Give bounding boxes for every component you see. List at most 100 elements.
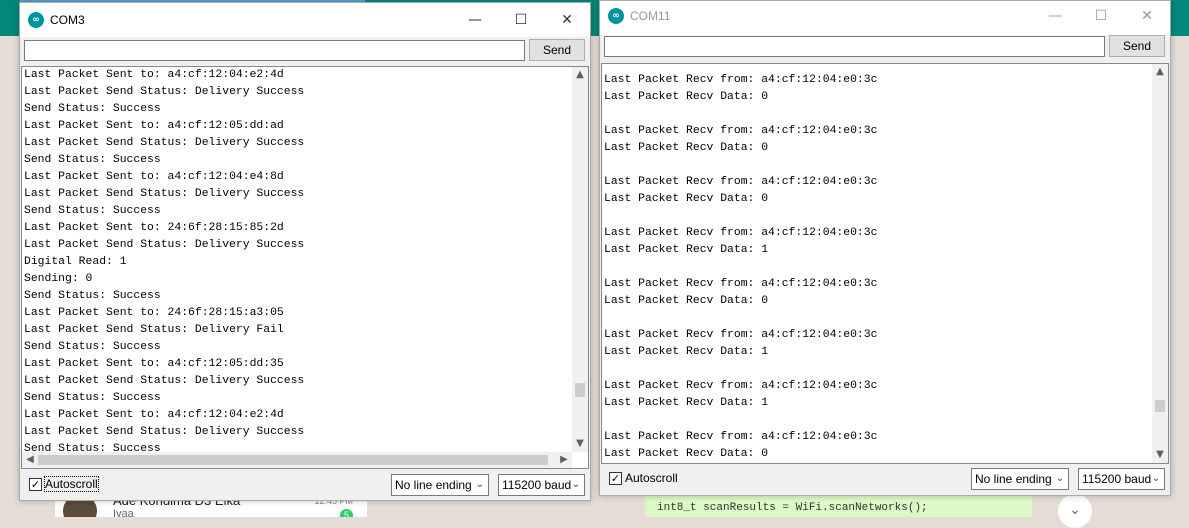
baud-rate-select[interactable]: 115200 baud ⌄ <box>1078 468 1165 490</box>
output-line: Last Packet Sent to: a4:cf:12:05:dd:35 <box>24 358 284 370</box>
output-line: Last Packet Sent to: a4:cf:12:05:dd:ad <box>24 120 284 132</box>
output-line: Last Packet Recv Data: 0 <box>604 448 769 460</box>
status-bar: ✓ Autoscroll No line ending ⌄ 115200 bau… <box>20 468 590 500</box>
autoscroll-checkbox[interactable]: ✓ <box>609 472 622 485</box>
output-line: Last Packet Recv from: a4:cf:12:04:e0:3c <box>604 278 878 290</box>
serial-output[interactable]: Last Packet Sent to: a4:cf:12:04:e2:4d La… <box>21 66 589 469</box>
output-line: Last Packet Recv from: a4:cf:12:04:e0:3c <box>604 380 878 392</box>
vertical-scrollbar[interactable]: ▲ ▼ <box>1152 64 1168 463</box>
serial-input[interactable] <box>604 36 1105 57</box>
title-bar[interactable]: ∞ COM11 — ☐ ✕ <box>600 1 1170 35</box>
output-line: Last Packet Sent to: 24:6f:28:15:85:2d <box>24 222 284 234</box>
output-line: Last Packet Recv from: a4:cf:12:04:e0:3c <box>604 227 878 239</box>
autoscroll-label[interactable]: Autoscroll <box>625 471 678 485</box>
line-ending-select[interactable]: No line ending ⌄ <box>971 468 1069 490</box>
chevron-down-icon: ⌄ <box>475 479 484 490</box>
chevron-down-icon: ⌄ <box>571 479 580 490</box>
send-button[interactable]: Send <box>1109 35 1165 57</box>
status-bar: ✓ Autoscroll No line ending ⌄ 115200 bau… <box>600 463 1170 495</box>
output-line: Send Status: Success <box>24 290 161 302</box>
autoscroll-checkbox[interactable]: ✓ <box>29 478 42 491</box>
scroll-up-icon[interactable]: ▲ <box>1152 64 1168 80</box>
output-line: Last Packet Send Status: Delivery Succes… <box>24 188 305 200</box>
code-snippet: int8_t scanResults = WiFi.scanNetworks()… <box>657 502 928 514</box>
output-line: Last Packet Sent to: 24:6f:28:15:a3:05 <box>24 307 284 319</box>
line-ending-value: No line ending <box>975 472 1052 486</box>
arduino-icon: ∞ <box>608 8 624 24</box>
output-line: Last Packet Sent to: a4:cf:12:04:e2:4d <box>24 69 284 81</box>
output-line: Last Packet Send Status: Delivery Succes… <box>24 137 305 149</box>
baud-rate-value: 115200 baud <box>1082 472 1152 486</box>
minimize-icon[interactable]: — <box>452 3 498 37</box>
scroll-right-icon[interactable]: ▶ <box>556 452 572 468</box>
maximize-icon[interactable]: ☐ <box>498 3 544 37</box>
output-line: Last Packet Recv Data: 1 <box>604 346 769 358</box>
output-line: Last Packet Send Status: Delivery Succes… <box>24 426 305 438</box>
baud-rate-select[interactable]: 115200 baud ⌄ <box>498 474 585 496</box>
line-ending-select[interactable]: No line ending ⌄ <box>391 474 489 496</box>
output-line: Last Packet Send Status: Delivery Fail <box>24 324 284 336</box>
serial-monitor-com11: ∞ COM11 — ☐ ✕ Send Last Packet Recv from… <box>599 0 1171 496</box>
maximize-icon[interactable]: ☐ <box>1078 1 1124 35</box>
output-line: Last Packet Send Status: Delivery Succes… <box>24 375 305 387</box>
output-line: Last Packet Recv Data: 0 <box>604 295 769 307</box>
output-line: Last Packet Recv from: a4:cf:12:04:e0:3c <box>604 329 878 341</box>
chat-preview: Iyaa <box>113 508 134 517</box>
scroll-up-icon[interactable]: ▲ <box>572 67 588 83</box>
output-line: Send Status: Success <box>24 392 161 404</box>
scroll-down-icon[interactable]: ▼ <box>572 436 588 452</box>
window-title: COM11 <box>630 9 671 23</box>
output-line: Send Status: Success <box>24 103 161 115</box>
serial-input[interactable] <box>24 40 525 61</box>
chevron-down-icon: ⌄ <box>1055 473 1064 484</box>
serial-monitor-com3: ∞ COM3 — ☐ ✕ Send Last Packet Sent to: a… <box>19 2 591 501</box>
baud-rate-value: 115200 baud <box>502 478 572 492</box>
output-line: Last Packet Recv Data: 0 <box>604 193 769 205</box>
output-line: Last Packet Recv from: a4:cf:12:04:e0:3c <box>604 176 878 188</box>
output-line: Sending: 0 <box>24 273 93 285</box>
scroll-thumb[interactable] <box>575 383 585 397</box>
chevron-down-icon: ⌄ <box>1151 473 1160 484</box>
horizontal-scrollbar[interactable]: ◀ ▶ <box>22 452 572 468</box>
serial-output[interactable]: Last Packet Recv from: a4:cf:12:04:e0:3c… <box>601 63 1169 464</box>
vertical-scrollbar[interactable]: ▲ ▼ <box>572 67 588 452</box>
output-line: Last Packet Recv Data: 0 <box>604 142 769 154</box>
close-icon[interactable]: ✕ <box>544 3 590 37</box>
window-title: COM3 <box>50 13 85 27</box>
output-line: Last Packet Recv from: a4:cf:12:04:e0:3c <box>604 125 878 137</box>
scroll-thumb[interactable] <box>1155 400 1165 412</box>
output-line: Last Packet Recv Data: 0 <box>604 91 769 103</box>
unread-badge: 5 <box>340 509 353 517</box>
scroll-left-icon[interactable]: ◀ <box>22 452 38 468</box>
scroll-thumb-horizontal[interactable] <box>38 455 548 465</box>
scroll-down-icon[interactable]: ▼ <box>1152 447 1168 463</box>
output-lines: Last Packet Sent to: a4:cf:12:04:e2:4d La… <box>24 67 571 455</box>
line-ending-value: No line ending <box>395 478 472 492</box>
output-line: Last Packet Recv Data: 1 <box>604 397 769 409</box>
autoscroll-label[interactable]: Autoscroll <box>44 476 99 492</box>
output-line: Send Status: Success <box>24 341 161 353</box>
output-line: Digital Read: 1 <box>24 256 127 268</box>
scroll-down-icon[interactable]: ⌄ <box>1058 494 1092 528</box>
output-line: Last Packet Sent to: a4:cf:12:04:e2:4d <box>24 409 284 421</box>
send-button[interactable]: Send <box>529 39 585 61</box>
output-line: Last Packet Sent to: a4:cf:12:04:e4:8d <box>24 171 284 183</box>
output-line: Last Packet Send Status: Delivery Succes… <box>24 86 305 98</box>
output-line: Send Status: Success <box>24 205 161 217</box>
output-line: Last Packet Recv from: a4:cf:12:04:e0:3c <box>604 74 878 86</box>
output-lines: Last Packet Recv from: a4:cf:12:04:e0:3c… <box>604 72 1151 463</box>
output-line: Send Status: Success <box>24 154 161 166</box>
arduino-icon: ∞ <box>28 12 44 28</box>
output-line: Last Packet Recv from: a4:cf:12:04:e0:3c <box>604 431 878 443</box>
title-bar[interactable]: ∞ COM3 — ☐ ✕ <box>20 3 590 37</box>
output-line: Last Packet Send Status: Delivery Succes… <box>24 239 305 251</box>
output-line: Last Packet Recv Data: 1 <box>604 244 769 256</box>
minimize-icon[interactable]: — <box>1032 1 1078 35</box>
close-icon[interactable]: ✕ <box>1124 1 1170 35</box>
